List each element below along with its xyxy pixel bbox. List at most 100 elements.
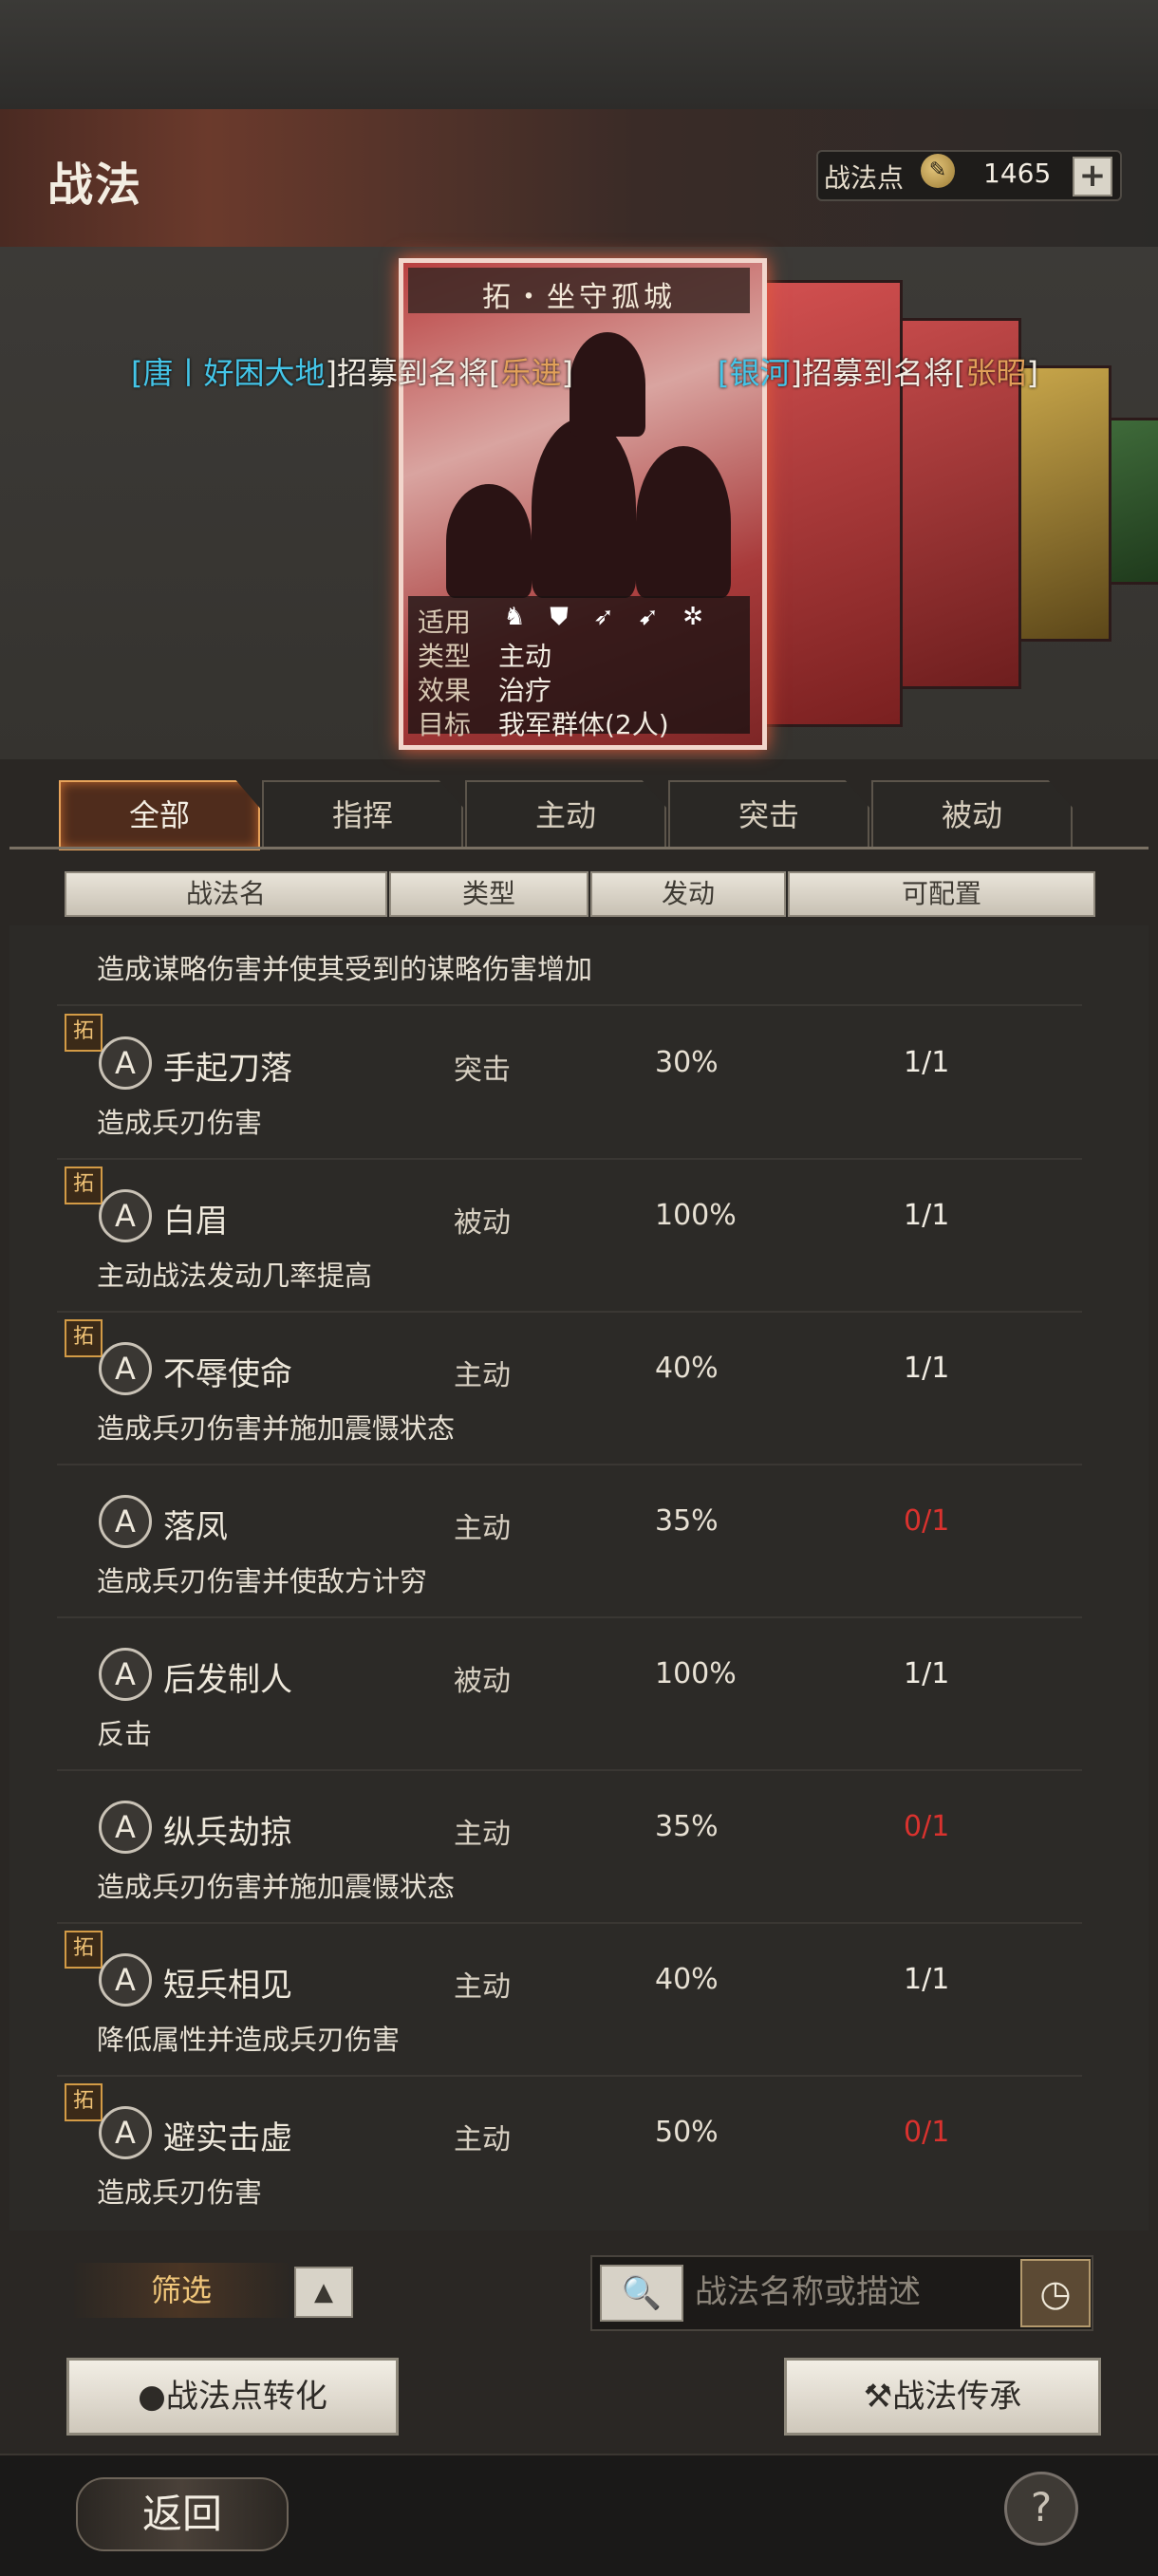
- tactic-inherit-label: 战法传承: [892, 2378, 1022, 2416]
- tactic-name: 短兵相见: [163, 1967, 292, 2005]
- tactic-grade-icon: A: [99, 2106, 152, 2159]
- column-header-name[interactable]: 战法名: [65, 871, 387, 917]
- tactic-type: 主动: [454, 1970, 511, 2004]
- recruit-bracket: ]: [561, 355, 573, 391]
- tactic-description: 造成兵刃伤害并施加震慑状态: [97, 1871, 456, 1903]
- recruit-general: 张昭: [965, 355, 1027, 391]
- tactic-inherit-button[interactable]: ⚒战法传承: [784, 2358, 1101, 2436]
- tactic-type: 被动: [454, 1206, 511, 1240]
- tactic-description: 主动战法发动几率提高: [97, 1260, 373, 1292]
- column-header-rate[interactable]: 发动: [590, 871, 786, 917]
- tactic-rate: 100%: [655, 1199, 737, 1232]
- spear-icon: ➹: [638, 603, 659, 631]
- tactic-description: 造成兵刃伤害: [97, 1107, 263, 1139]
- tactic-config: 0/1: [904, 1810, 950, 1843]
- tactic-config: 1/1: [904, 1046, 950, 1079]
- convert-points-button[interactable]: ●战法点转化: [66, 2358, 399, 2436]
- tactic-description: 反击: [97, 1718, 153, 1750]
- row-divider: [57, 1464, 1082, 1465]
- card-figure: [636, 446, 731, 598]
- tactic-config: 1/1: [904, 1352, 950, 1385]
- row-divider: [57, 1004, 1082, 1006]
- tactic-grade-icon: A: [99, 1801, 152, 1854]
- flame-icon: ●: [138, 2378, 166, 2416]
- tactic-grade-icon: A: [99, 1648, 152, 1701]
- card-info-value: 我军群体(2人): [498, 709, 669, 740]
- tactic-config: 1/1: [904, 1199, 950, 1232]
- recruit-general: 乐进: [500, 355, 562, 391]
- back-button[interactable]: 返回: [76, 2477, 289, 2551]
- tab-command[interactable]: 指挥: [262, 780, 463, 849]
- tuo-badge: 拓: [65, 1319, 103, 1357]
- tactic-name: 避实击虚: [163, 2119, 292, 2157]
- tactic-type: 被动: [454, 1665, 511, 1698]
- tab-assault[interactable]: 突击: [668, 780, 869, 849]
- tactic-name: 纵兵劫掠: [163, 1814, 292, 1852]
- tactic-description: 造成兵刃伤害并使敌方计穷: [97, 1565, 428, 1597]
- recruit-message: [银河]招募到名将[张昭]: [718, 349, 1038, 393]
- row-divider: [57, 1769, 1082, 1771]
- tactic-description: 造成谋略伤害并使其受到的谋略伤害增加: [97, 953, 593, 985]
- tactic-card-back[interactable]: [755, 280, 903, 727]
- card-info-label: 类型: [418, 641, 472, 672]
- tactic-name: 后发制人: [163, 1661, 292, 1699]
- wheel-icon: ✲: [682, 603, 703, 631]
- top-decoration: [0, 0, 1158, 109]
- triangle-up-icon[interactable]: ▲: [294, 2267, 353, 2318]
- tuo-badge: 拓: [65, 2083, 103, 2121]
- tactic-config: 0/1: [904, 2116, 950, 2149]
- clock-icon[interactable]: ◷: [1020, 2259, 1091, 2327]
- tactic-grade-icon: A: [99, 1342, 152, 1395]
- column-header-type[interactable]: 类型: [389, 871, 588, 917]
- card-info-label: 目标: [418, 709, 472, 740]
- tactic-rate: 40%: [655, 1963, 719, 1996]
- card-info-value: 治疗: [498, 675, 552, 706]
- add-points-button[interactable]: +: [1073, 157, 1112, 196]
- shield-icon: ⛊: [550, 603, 569, 631]
- bow-icon: ➶: [593, 603, 614, 631]
- tactic-type: 主动: [454, 1818, 511, 1851]
- tactic-points-label: 战法点: [824, 162, 905, 194]
- card-title: 拓・坐守孤城: [482, 281, 676, 314]
- recruit-server: 银河: [729, 355, 791, 391]
- tab-passive[interactable]: 被动: [871, 780, 1073, 849]
- cavalry-icon: ♞: [503, 603, 526, 631]
- tactic-rate: 50%: [655, 2116, 719, 2149]
- tactic-grade-icon: A: [99, 1036, 152, 1090]
- help-button[interactable]: ?: [1004, 2472, 1078, 2546]
- recruit-text: ]招募到名将[: [790, 355, 966, 391]
- card-figure: [570, 332, 645, 437]
- tactic-name: 白眉: [163, 1203, 228, 1241]
- tactic-config: 0/1: [904, 1504, 950, 1538]
- filter-button[interactable]: 筛选: [74, 2263, 289, 2318]
- tab-all[interactable]: 全部: [59, 780, 260, 850]
- tactic-grade-icon: A: [99, 1189, 152, 1242]
- row-divider: [57, 1158, 1082, 1160]
- tab-active[interactable]: 主动: [465, 780, 666, 849]
- column-header-config[interactable]: 可配置: [788, 871, 1095, 917]
- tuo-badge: 拓: [65, 1931, 103, 1969]
- tactic-card-back[interactable]: [1011, 365, 1111, 642]
- card-info-label: 适用: [418, 607, 472, 638]
- magnifier-icon[interactable]: 🔍: [600, 2265, 683, 2322]
- tactic-grade-icon: A: [99, 1953, 152, 2007]
- row-divider: [57, 1311, 1082, 1313]
- tactic-type: 主动: [454, 2123, 511, 2156]
- tactic-rate: 35%: [655, 1810, 719, 1843]
- tactic-type: 主动: [454, 1512, 511, 1545]
- page-title: 战法: [47, 159, 143, 212]
- tactic-description: 造成兵刃伤害并施加震慑状态: [97, 1412, 456, 1445]
- tactic-name: 不辱使命: [163, 1355, 292, 1393]
- tuo-badge: 拓: [65, 1014, 103, 1052]
- tactic-rate: 30%: [655, 1046, 719, 1079]
- tab-divider: [9, 847, 1149, 849]
- tactic-rate: 35%: [655, 1504, 719, 1538]
- row-divider: [57, 1922, 1082, 1924]
- recruit-bracket: ]: [1026, 355, 1038, 391]
- tactic-points-value: 1465: [983, 158, 1052, 189]
- search-input[interactable]: [693, 2265, 1010, 2320]
- hammer-icon: ⚒: [863, 2378, 893, 2416]
- convert-points-label: 战法点转化: [165, 2378, 327, 2416]
- card-info-value: 主动: [498, 641, 552, 672]
- tactic-name: 手起刀落: [163, 1050, 292, 1088]
